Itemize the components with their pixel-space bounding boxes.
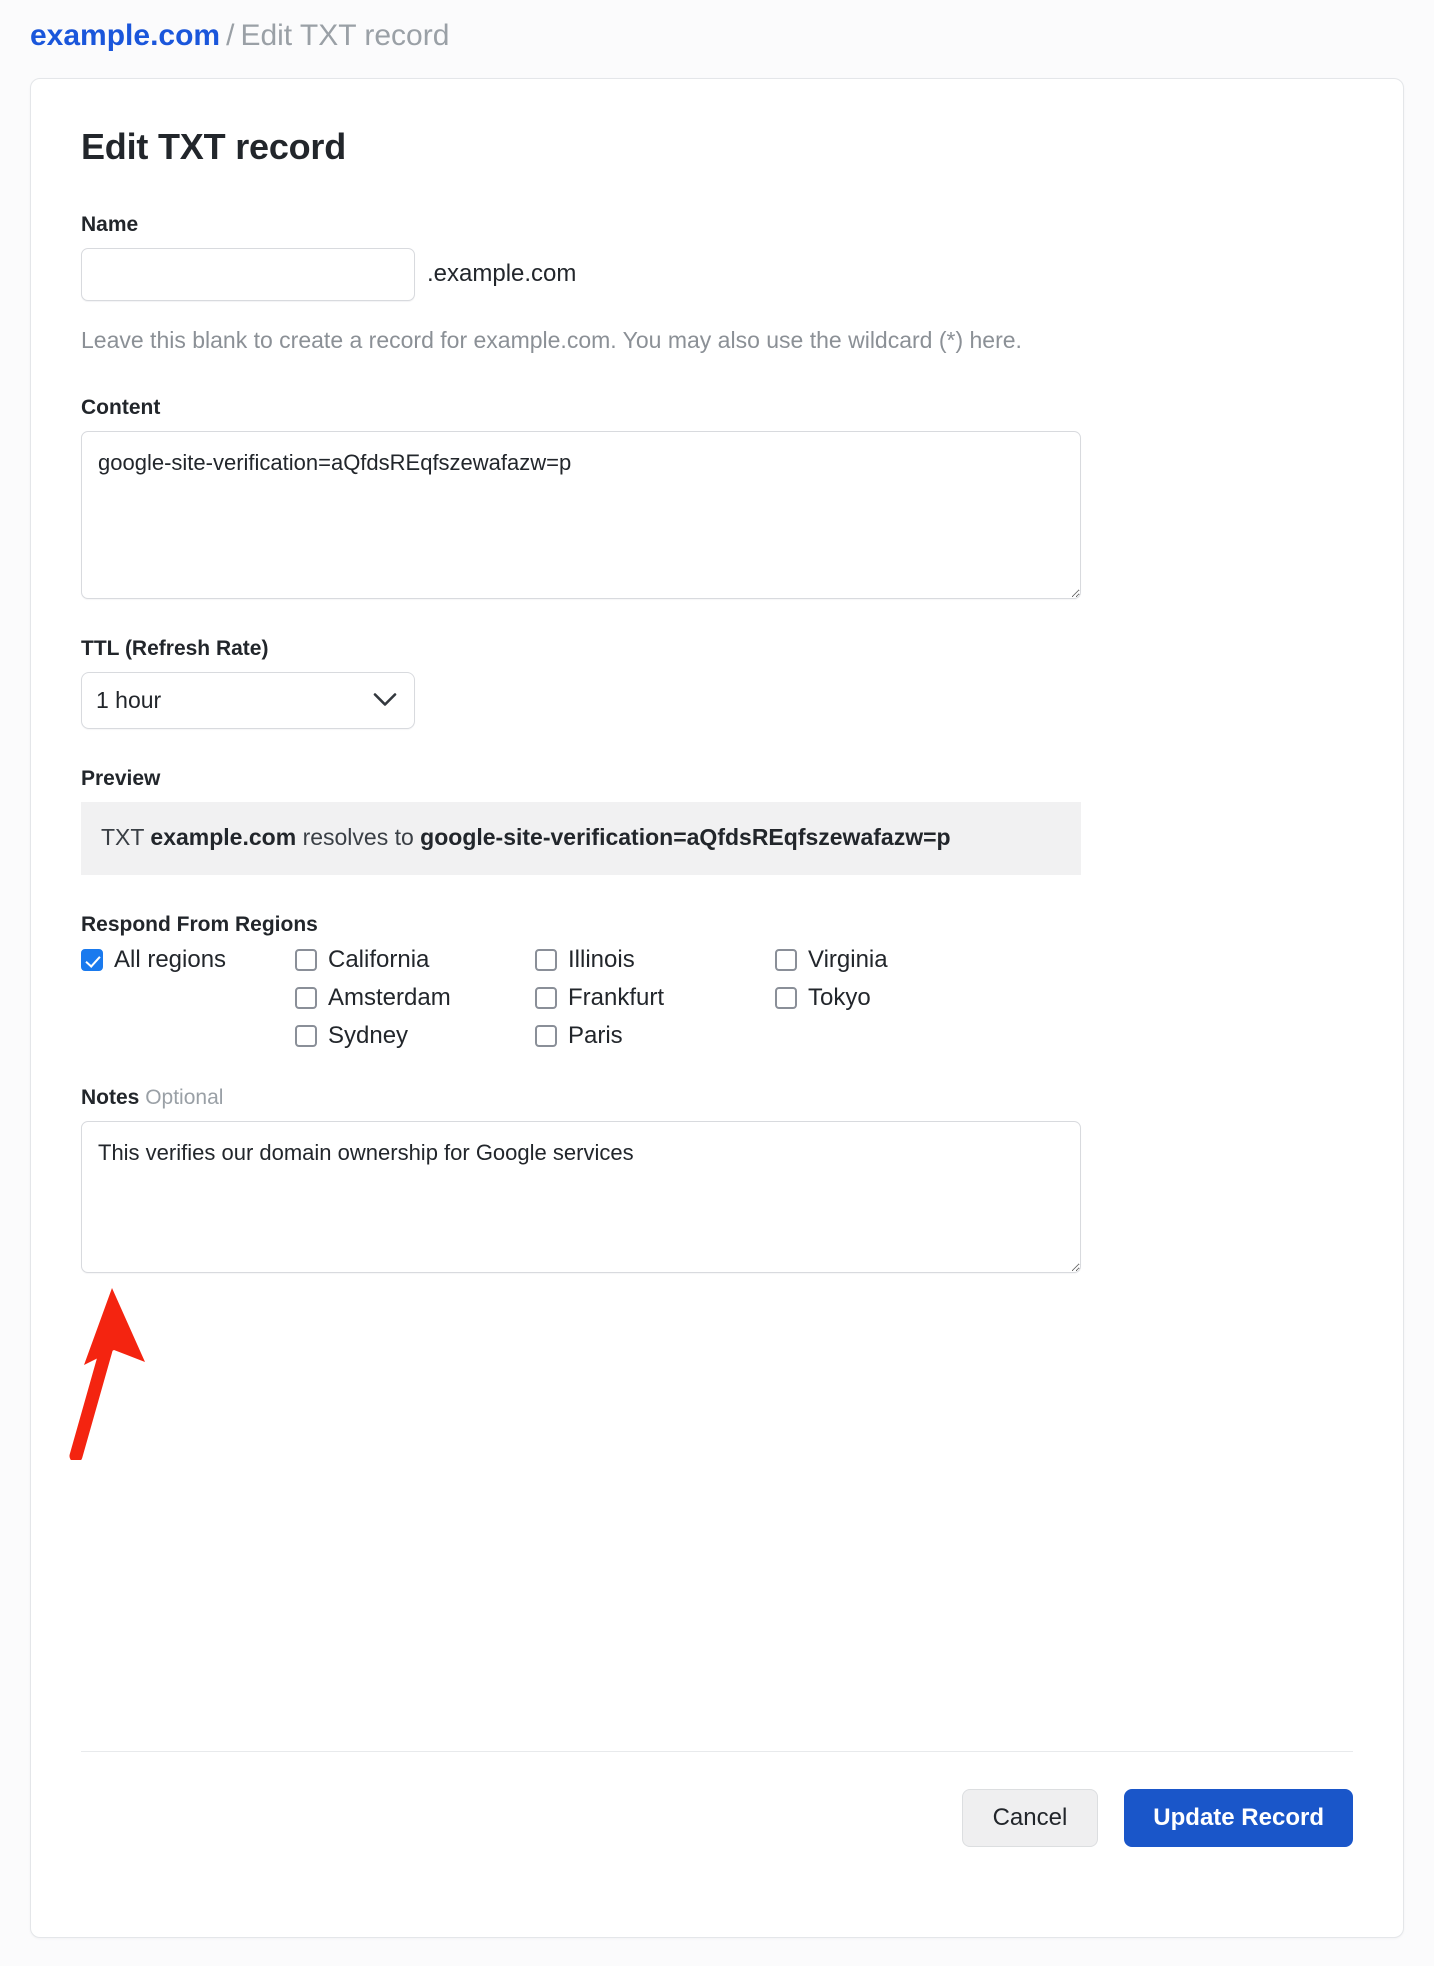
checkbox-unchecked-icon — [295, 987, 317, 1009]
region-label: Amsterdam — [328, 986, 451, 1010]
region-label: Tokyo — [808, 986, 871, 1010]
region-label: Paris — [568, 1024, 623, 1048]
preview-record-value: google-site-verification=aQfdsREqfszewaf… — [420, 824, 950, 850]
preview-record-name: example.com — [150, 824, 296, 850]
name-help-text: Leave this blank to create a record for … — [81, 323, 1066, 358]
regions-group: Respond From Regions All regions Californ… — [81, 913, 1353, 1048]
region-label: Illinois — [568, 948, 635, 972]
region-label: California — [328, 948, 429, 972]
checkbox-unchecked-icon — [775, 987, 797, 1009]
region-label: All regions — [114, 948, 226, 972]
footer-divider — [81, 1751, 1353, 1752]
breadcrumb-separator: / — [226, 19, 234, 52]
breadcrumb-domain-link[interactable]: example.com — [30, 19, 220, 52]
preview-group: Preview TXT example.com resolves to goog… — [81, 767, 1353, 876]
region-checkbox-illinois[interactable]: Illinois — [535, 948, 775, 972]
notes-field-group: Notes Optional — [81, 1086, 1353, 1273]
content-label: Content — [81, 396, 1353, 420]
region-checkbox-frankfurt[interactable]: Frankfurt — [535, 986, 775, 1010]
region-checkbox-tokyo[interactable]: Tokyo — [775, 986, 1015, 1010]
preview-connector: resolves to — [303, 824, 414, 850]
region-checkbox-paris[interactable]: Paris — [535, 1024, 775, 1048]
name-field-group: Name .example.com Leave this blank to cr… — [81, 213, 1353, 358]
ttl-select[interactable]: 1 hour — [81, 672, 415, 729]
notes-label: Notes Optional — [81, 1086, 1353, 1110]
region-label: Virginia — [808, 948, 888, 972]
preview-label: Preview — [81, 767, 1353, 791]
ttl-field-group: TTL (Refresh Rate) 1 hour — [81, 637, 1353, 729]
ttl-select-wrapper: 1 hour — [81, 672, 415, 729]
region-label: Frankfurt — [568, 986, 664, 1010]
breadcrumb: example.com/Edit TXT record — [0, 0, 1434, 54]
name-domain-suffix: .example.com — [427, 260, 576, 288]
notes-label-text: Notes — [81, 1086, 139, 1109]
notes-textarea[interactable] — [81, 1121, 1081, 1273]
region-label: Sydney — [328, 1024, 408, 1048]
checkbox-unchecked-icon — [295, 949, 317, 971]
region-checkbox-california[interactable]: California — [295, 948, 535, 972]
region-checkbox-all-regions[interactable]: All regions — [81, 948, 295, 972]
checkbox-unchecked-icon — [775, 949, 797, 971]
breadcrumb-current-page: Edit TXT record — [240, 19, 449, 52]
content-textarea[interactable] — [81, 431, 1081, 599]
edit-record-card: Edit TXT record Name .example.com Leave … — [30, 78, 1404, 1938]
preview-record-type: TXT — [101, 824, 144, 850]
cancel-button[interactable]: Cancel — [962, 1789, 1099, 1847]
checkbox-unchecked-icon — [295, 1025, 317, 1047]
region-checkbox-sydney[interactable]: Sydney — [295, 1024, 535, 1048]
content-field-group: Content — [81, 396, 1353, 599]
region-checkbox-amsterdam[interactable]: Amsterdam — [295, 986, 535, 1010]
ttl-label: TTL (Refresh Rate) — [81, 637, 1353, 661]
checkbox-unchecked-icon — [535, 949, 557, 971]
preview-box: TXT example.com resolves to google-site-… — [81, 802, 1081, 876]
form-actions: Cancel Update Record — [962, 1789, 1353, 1847]
regions-checkbox-grid: All regions California Illinois Virginia Am… — [81, 948, 1353, 1048]
name-input[interactable] — [81, 248, 415, 301]
name-label: Name — [81, 213, 1353, 237]
checkbox-checked-icon — [81, 949, 103, 971]
page-title: Edit TXT record — [81, 127, 1353, 167]
checkbox-unchecked-icon — [535, 987, 557, 1009]
name-row: .example.com — [81, 248, 1353, 301]
update-record-button[interactable]: Update Record — [1124, 1789, 1353, 1847]
checkbox-unchecked-icon — [535, 1025, 557, 1047]
notes-optional-tag: Optional — [145, 1086, 223, 1109]
region-checkbox-virginia[interactable]: Virginia — [775, 948, 1015, 972]
regions-label: Respond From Regions — [81, 913, 1353, 937]
